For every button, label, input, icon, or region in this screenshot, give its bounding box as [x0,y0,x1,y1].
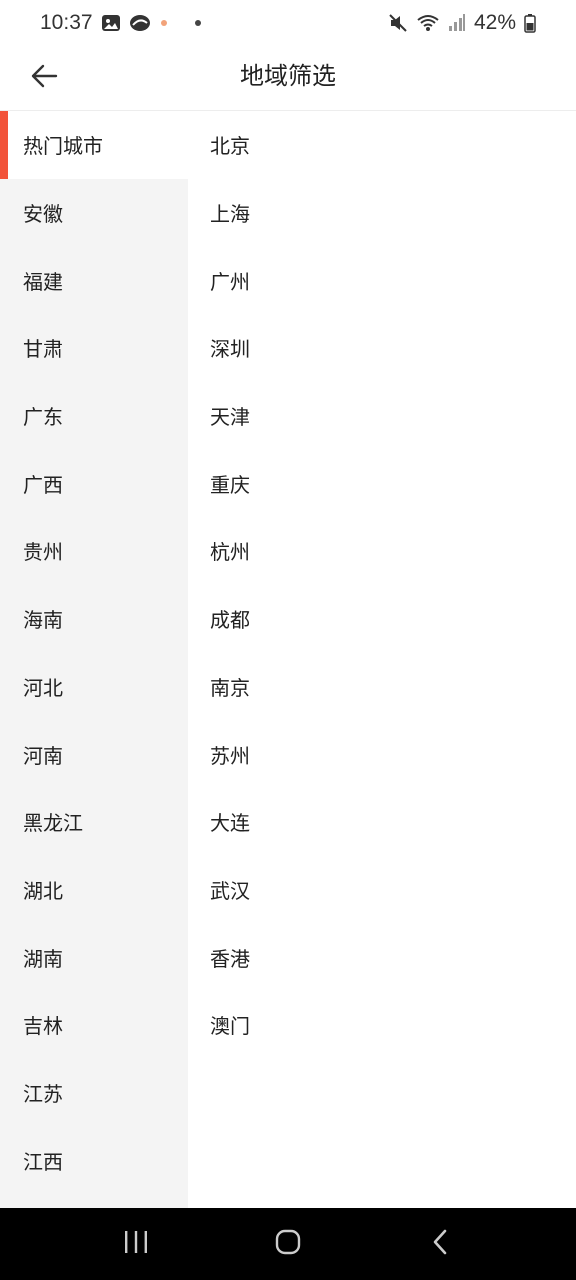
city-list: 北京 上海 广州 深圳 天津 重庆 杭州 成都 南京 苏州 大连 武汉 香港 澳… [188,111,576,1208]
city-item[interactable]: 北京 [188,111,576,179]
back-icon [430,1228,450,1260]
recent-apps-icon [122,1229,150,1259]
city-item[interactable]: 南京 [188,653,576,721]
province-label: 广西 [23,472,63,497]
province-item-heilongjiang[interactable]: 黑龙江 [0,788,188,856]
province-item-jiangxi[interactable]: 江西 [0,1126,188,1194]
city-item[interactable]: 香港 [188,923,576,991]
system-nav-bar [0,1208,576,1280]
battery-icon [524,13,536,33]
province-item-anhui[interactable]: 安徽 [0,179,188,247]
province-label: 甘肃 [23,337,63,362]
page-title: 地域筛选 [240,62,336,90]
province-item-guangdong[interactable]: 广东 [0,382,188,450]
province-item-hot-cities[interactable]: 热门城市 [0,111,188,179]
city-item[interactable]: 大连 [188,788,576,856]
recent-apps-button[interactable] [106,1214,166,1274]
province-label: 河南 [23,743,63,768]
app-icon [129,13,151,33]
signal-icon [448,13,466,33]
province-item-gansu[interactable]: 甘肃 [0,314,188,382]
notification-dot-icon [159,18,169,28]
more-notifications-icon [194,20,201,26]
city-item[interactable]: 成都 [188,585,576,653]
system-back-button[interactable] [410,1214,470,1274]
province-label: 江西 [23,1149,63,1174]
province-item-jilin[interactable]: 吉林 [0,991,188,1059]
province-label: 安徽 [23,202,63,227]
city-item[interactable]: 天津 [188,382,576,450]
city-item[interactable]: 杭州 [188,517,576,585]
city-item[interactable]: 苏州 [188,720,576,788]
city-item[interactable]: 上海 [188,179,576,247]
home-button[interactable] [258,1214,318,1274]
province-label: 河北 [23,675,63,700]
province-item-hebei[interactable]: 河北 [0,653,188,721]
battery-percent: 42% [473,11,516,34]
back-arrow-icon [29,61,59,95]
province-label: 海南 [23,608,63,633]
province-item-guizhou[interactable]: 贵州 [0,517,188,585]
province-label: 湖北 [23,878,63,903]
province-sidebar: 热门城市 安徽 福建 甘肃 广东 广西 贵州 海南 河北 河南 黑龙江 湖北 湖… [0,111,188,1208]
province-item-hunan[interactable]: 湖南 [0,923,188,991]
province-item-henan[interactable]: 河南 [0,720,188,788]
province-item-jiangsu[interactable]: 江苏 [0,1059,188,1127]
province-item-fujian[interactable]: 福建 [0,246,188,314]
province-label: 贵州 [23,540,63,565]
province-label: 黑龙江 [23,811,83,836]
wifi-icon [416,13,440,33]
city-item[interactable]: 武汉 [188,856,576,924]
province-label: 湖南 [23,946,63,971]
province-item-hainan[interactable]: 海南 [0,585,188,653]
province-label: 福建 [23,269,63,294]
province-item-hubei[interactable]: 湖北 [0,856,188,924]
city-item[interactable]: 广州 [188,246,576,314]
province-item-guangxi[interactable]: 广西 [0,449,188,517]
back-button[interactable] [22,56,66,100]
city-item[interactable]: 深圳 [188,314,576,382]
status-time: 10:37 [40,11,93,34]
province-label: 热门城市 [23,134,103,159]
city-item[interactable]: 重庆 [188,449,576,517]
status-bar: 10:37 42% [0,0,576,46]
status-bar-right: 42% [388,11,536,35]
status-bar-left: 10:37 [40,11,201,35]
home-icon [274,1228,302,1260]
city-item[interactable]: 澳门 [188,991,576,1059]
province-label: 广东 [23,405,63,430]
province-label: 吉林 [23,1014,63,1039]
mute-icon [388,13,408,33]
app-header: 地域筛选 [0,46,576,111]
gallery-icon [101,13,121,33]
province-label: 江苏 [23,1081,63,1106]
